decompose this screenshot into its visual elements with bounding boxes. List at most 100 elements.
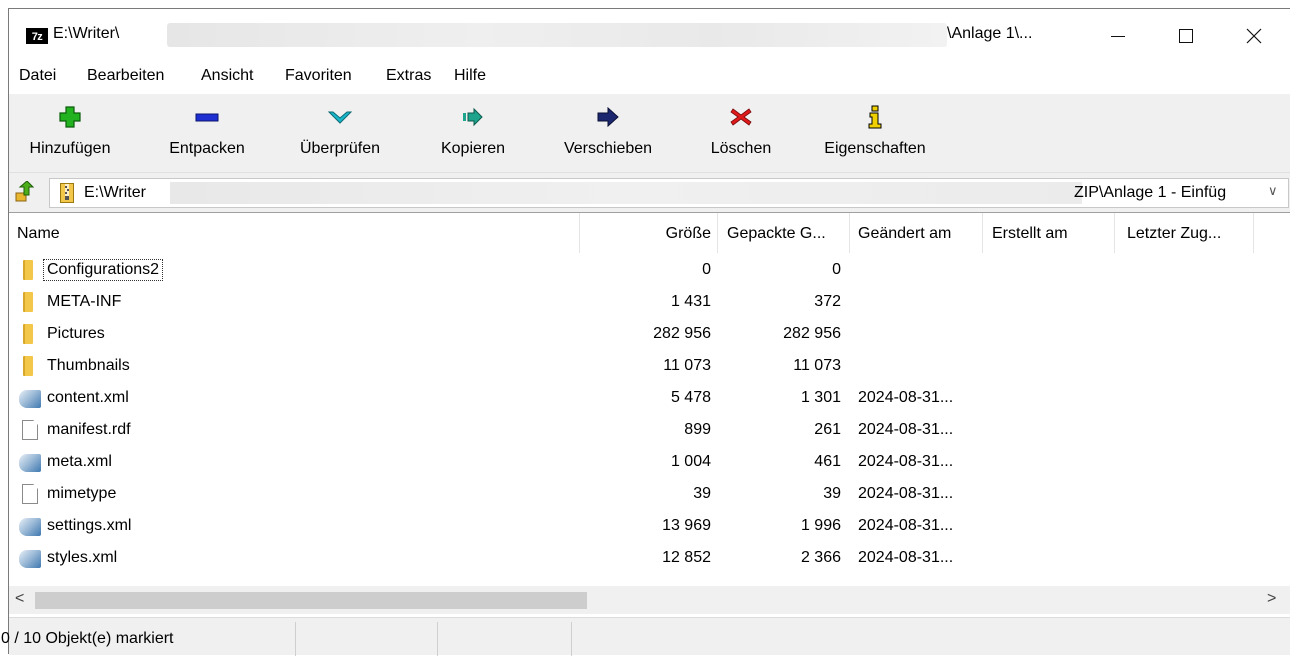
copy-button[interactable]: Kopieren — [423, 94, 523, 172]
item-size: 13 969 — [662, 517, 711, 534]
list-item[interactable]: Pictures 282 956 282 956 — [9, 319, 1290, 351]
item-modified: 2024-08-31... — [858, 453, 954, 470]
column-accessed[interactable]: Letzter Zug... — [1127, 225, 1221, 243]
add-icon — [59, 106, 81, 128]
item-size: 39 — [693, 485, 711, 502]
item-packed-size: 261 — [814, 421, 841, 438]
horizontal-scrollbar[interactable]: < > — [9, 586, 1290, 614]
item-size: 12 852 — [662, 549, 711, 566]
extract-button[interactable]: Entpacken — [155, 94, 259, 172]
folder-icon — [23, 356, 33, 376]
item-name: Pictures — [47, 325, 105, 342]
item-name: settings.xml — [47, 517, 132, 534]
menu-bearbeiten[interactable]: Bearbeiten — [87, 67, 164, 85]
title-redacted-area — [167, 23, 947, 47]
app-window: 7z E:\Writer\ \Anlage 1\... Datei Bearbe… — [1, 8, 1290, 656]
extract-label: Entpacken — [169, 140, 245, 157]
menu-hilfe[interactable]: Hilfe — [454, 67, 486, 85]
list-item[interactable]: Configurations2 0 0 — [9, 255, 1290, 287]
menu-datei[interactable]: Datei — [19, 67, 56, 85]
add-button[interactable]: Hinzufügen — [14, 94, 126, 172]
folder-up-icon[interactable] — [14, 181, 34, 203]
list-item[interactable]: meta.xml 1 004 461 2024-08-31... — [9, 447, 1290, 479]
status-bar: 0 / 10 Objekt(e) markiert — [1, 617, 1290, 656]
folder-icon — [23, 292, 33, 312]
move-label: Verschieben — [563, 140, 653, 157]
menu-extras[interactable]: Extras — [386, 67, 431, 85]
item-modified: 2024-08-31... — [858, 549, 954, 566]
delete-label: Löschen — [710, 140, 772, 157]
column-divider[interactable] — [579, 213, 580, 253]
chevron-down-icon[interactable]: ∨ — [1268, 183, 1278, 199]
column-divider[interactable] — [849, 213, 850, 253]
status-divider — [437, 622, 438, 656]
item-name: Configurations2 — [42, 259, 164, 281]
move-button[interactable]: Verschieben — [547, 94, 669, 172]
item-packed-size: 2 366 — [800, 549, 841, 566]
xml-file-icon — [19, 518, 41, 536]
column-divider[interactable] — [982, 213, 983, 253]
scroll-left-arrow-icon[interactable]: < — [15, 590, 24, 608]
address-path-field[interactable]: E:\Writer ZIP\Anlage 1 - Einfüg ∨ — [49, 178, 1289, 208]
item-packed-size: 11 073 — [793, 357, 841, 374]
properties-button[interactable]: Eigenschaften — [809, 94, 941, 172]
list-item[interactable]: META-INF 1 431 372 — [9, 287, 1290, 319]
window-title-end: \Anlage 1\... — [947, 25, 1033, 42]
minimize-button[interactable] — [1093, 15, 1143, 55]
maximize-button[interactable] — [1161, 15, 1211, 55]
item-size: 1 431 — [670, 293, 711, 310]
item-packed-size: 1 301 — [800, 389, 841, 406]
column-packed-size[interactable]: Gepackte G... — [727, 225, 826, 243]
delete-button[interactable]: Löschen — [691, 94, 791, 172]
folder-icon — [23, 324, 33, 344]
column-divider[interactable] — [1253, 213, 1254, 253]
item-packed-size: 39 — [823, 485, 841, 502]
xml-file-icon — [19, 454, 41, 472]
extract-icon — [195, 113, 219, 122]
item-packed-size: 0 — [832, 261, 841, 278]
item-packed-size: 1 996 — [800, 517, 841, 534]
item-name: Thumbnails — [47, 357, 130, 374]
close-button[interactable] — [1229, 15, 1279, 55]
list-item[interactable]: content.xml 5 478 1 301 2024-08-31... — [9, 383, 1290, 415]
test-button[interactable]: Überprüfen — [285, 94, 395, 172]
item-name: mimetype — [47, 485, 117, 502]
column-size[interactable]: Größe — [609, 225, 711, 243]
zip-archive-icon — [60, 183, 74, 203]
list-item[interactable]: settings.xml 13 969 1 996 2024-08-31... — [9, 511, 1290, 543]
copy-arrow-icon — [463, 107, 483, 127]
close-icon — [1246, 28, 1262, 44]
menu-bar: Datei Bearbeiten Ansicht Favoriten Extra… — [9, 61, 1290, 93]
properties-label: Eigenschaften — [824, 140, 926, 157]
title-bar[interactable]: 7z E:\Writer\ \Anlage 1\... — [9, 9, 1290, 61]
column-name[interactable]: Name — [17, 225, 60, 243]
xml-file-icon — [19, 390, 41, 408]
item-packed-size: 372 — [814, 293, 841, 310]
checkmark-icon — [327, 111, 353, 124]
list-item[interactable]: manifest.rdf 899 261 2024-08-31... — [9, 415, 1290, 447]
menu-favoriten[interactable]: Favoriten — [285, 67, 352, 85]
item-modified: 2024-08-31... — [858, 421, 954, 438]
menu-ansicht[interactable]: Ansicht — [201, 67, 253, 85]
file-icon — [22, 484, 38, 504]
copy-label: Kopieren — [440, 140, 506, 157]
minimize-icon — [1111, 35, 1125, 37]
column-divider[interactable] — [717, 213, 718, 253]
address-redacted-area — [170, 182, 1082, 204]
file-list[interactable]: Name Größe Gepackte G... Geändert am Ers… — [9, 212, 1290, 586]
item-modified: 2024-08-31... — [858, 389, 954, 406]
item-packed-size: 461 — [814, 453, 841, 470]
column-created[interactable]: Erstellt am — [992, 225, 1068, 243]
status-divider — [295, 622, 296, 656]
column-modified[interactable]: Geändert am — [858, 225, 951, 243]
list-item[interactable]: Thumbnails 11 073 11 073 — [9, 351, 1290, 383]
scroll-right-arrow-icon[interactable]: > — [1267, 590, 1276, 608]
list-item[interactable]: mimetype 39 39 2024-08-31... — [9, 479, 1290, 511]
item-size: 11 073 — [663, 357, 711, 374]
status-divider — [571, 622, 572, 656]
xml-file-icon — [19, 550, 41, 568]
list-item[interactable]: styles.xml 12 852 2 366 2024-08-31... — [9, 543, 1290, 575]
scrollbar-thumb[interactable] — [35, 592, 587, 609]
toolbar: Hinzufügen Entpacken Überprüfen Kopieren — [9, 94, 1290, 172]
column-divider[interactable] — [1114, 213, 1115, 253]
